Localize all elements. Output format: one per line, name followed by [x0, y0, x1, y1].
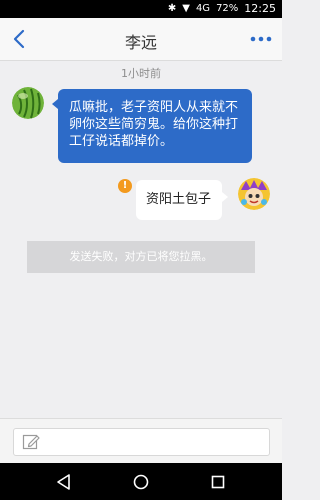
battery-level: 72%: [216, 3, 239, 14]
bluetooth-icon: ✱: [167, 3, 177, 14]
input-bar: [0, 418, 282, 464]
watermelon-avatar-icon: [12, 87, 44, 119]
nav-recents-button[interactable]: [208, 472, 228, 492]
incoming-message-bubble[interactable]: 瓜嘛批，老子资阳人从来就不卵你这些简穷鬼。给你这种打工仔说话都掉价。: [52, 89, 252, 163]
triangle-back-icon: [57, 474, 70, 490]
system-nav-bar: [0, 463, 282, 500]
more-button[interactable]: [246, 25, 276, 53]
edit-icon: [22, 434, 40, 450]
user-avatar[interactable]: [238, 178, 270, 210]
wifi-icon: ▼: [182, 3, 190, 14]
system-notice: 发送失败，对方已将您拉黑。: [27, 241, 255, 273]
message-input[interactable]: [13, 428, 270, 456]
outgoing-message-bubble[interactable]: 资阳土包子: [136, 180, 228, 220]
status-time: 12:25: [244, 2, 276, 15]
send-failed-icon[interactable]: !: [118, 179, 132, 193]
circle-home-icon: [133, 474, 149, 490]
status-bar: ✱ ▼ 4G 72% 12:25: [0, 0, 282, 18]
chat-area[interactable]: 1小时前 瓜嘛批，老子资阳人从来就不卵你这些简穷鬼。给你这种打工仔说话都掉价。 …: [0, 61, 282, 418]
cartoon-avatar-icon: [238, 178, 270, 210]
nav-home-button[interactable]: [131, 472, 151, 492]
square-recents-icon: [211, 475, 225, 489]
message-timestamp: 1小时前: [121, 67, 161, 80]
network-type: 4G: [195, 3, 211, 14]
nav-back-button[interactable]: [54, 472, 74, 492]
more-dots-icon: [250, 36, 272, 42]
app-bar: 李远: [0, 18, 282, 61]
page-title: 李远: [124, 33, 157, 52]
contact-avatar[interactable]: [12, 87, 44, 119]
